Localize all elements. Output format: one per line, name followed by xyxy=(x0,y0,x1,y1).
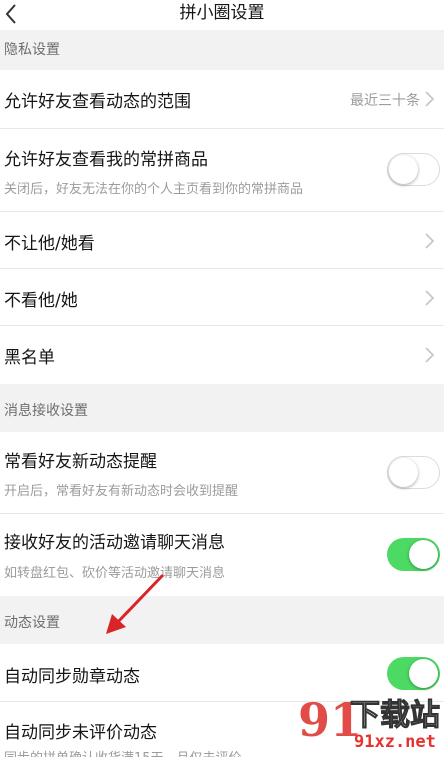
row-moments-range[interactable]: 允许好友查看动态的范围 最近三十条 xyxy=(0,70,444,129)
row-blacklist[interactable]: 黑名单 xyxy=(0,326,444,384)
section-header-moments: 动态设置 xyxy=(0,596,444,644)
row-label: 允许好友查看动态的范围 xyxy=(4,92,191,112)
row-label: 不看他/她 xyxy=(4,291,78,311)
chevron-right-icon xyxy=(425,91,435,107)
row-label: 黑名单 xyxy=(4,348,55,368)
row-description: 开启后，常看好友有新动态时会收到提醒 xyxy=(4,484,239,499)
site-watermark: 91 下载站 91xz.net xyxy=(298,690,444,757)
row-label: 自动同步未评价动态 xyxy=(4,723,157,743)
watermark-url: 91xz.net xyxy=(354,732,436,752)
row-hide-moments[interactable]: 不看他/她 xyxy=(0,269,444,326)
row-label: 自动同步勋章动态 xyxy=(4,667,140,687)
row-activity-invites: 接收好友的活动邀请聊天消息 如转盘红包、砍价等活动邀请聊天消息 xyxy=(0,514,444,596)
toggle-knob xyxy=(389,155,418,184)
toggle-knob xyxy=(409,540,438,569)
section-header-messages: 消息接收设置 xyxy=(0,384,444,432)
frequent-products-toggle[interactable] xyxy=(387,153,440,186)
row-label: 不让他/她看 xyxy=(4,234,95,254)
chevron-right-icon xyxy=(425,347,435,363)
row-description: 同步的拼单确认收货满15天，且仅未评价 xyxy=(4,747,242,757)
navigation-bar: 拼小圈设置 xyxy=(0,0,444,30)
row-label: 接收好友的活动邀请聊天消息 xyxy=(4,533,225,553)
badge-sync-toggle[interactable] xyxy=(387,657,440,690)
section-header-privacy: 隐私设置 xyxy=(0,30,444,70)
toggle-knob xyxy=(409,659,438,688)
toggle-knob xyxy=(389,458,418,487)
row-frequent-products: 允许好友查看我的常拼商品 关闭后，好友无法在你的个人主页看到你的常拼商品 xyxy=(0,129,444,212)
chevron-right-icon xyxy=(425,233,435,249)
red-arrow-annotation xyxy=(106,574,164,634)
row-label: 常看好友新动态提醒 xyxy=(4,452,157,472)
activity-invites-toggle[interactable] xyxy=(387,538,440,571)
row-value: 最近三十条 xyxy=(350,93,420,109)
row-label: 允许好友查看我的常拼商品 xyxy=(4,150,208,170)
frequent-friends-toggle[interactable] xyxy=(387,456,440,489)
chevron-right-icon xyxy=(425,290,435,306)
page-title: 拼小圈设置 xyxy=(179,3,265,23)
watermark-logo: 91 xyxy=(298,692,362,750)
watermark-title: 下载站 xyxy=(350,698,441,734)
row-block-view[interactable]: 不让他/她看 xyxy=(0,212,444,269)
row-description: 关闭后，好友无法在你的个人主页看到你的常拼商品 xyxy=(4,182,304,197)
row-frequent-friends-alert: 常看好友新动态提醒 开启后，常看好友有新动态时会收到提醒 xyxy=(0,432,444,514)
